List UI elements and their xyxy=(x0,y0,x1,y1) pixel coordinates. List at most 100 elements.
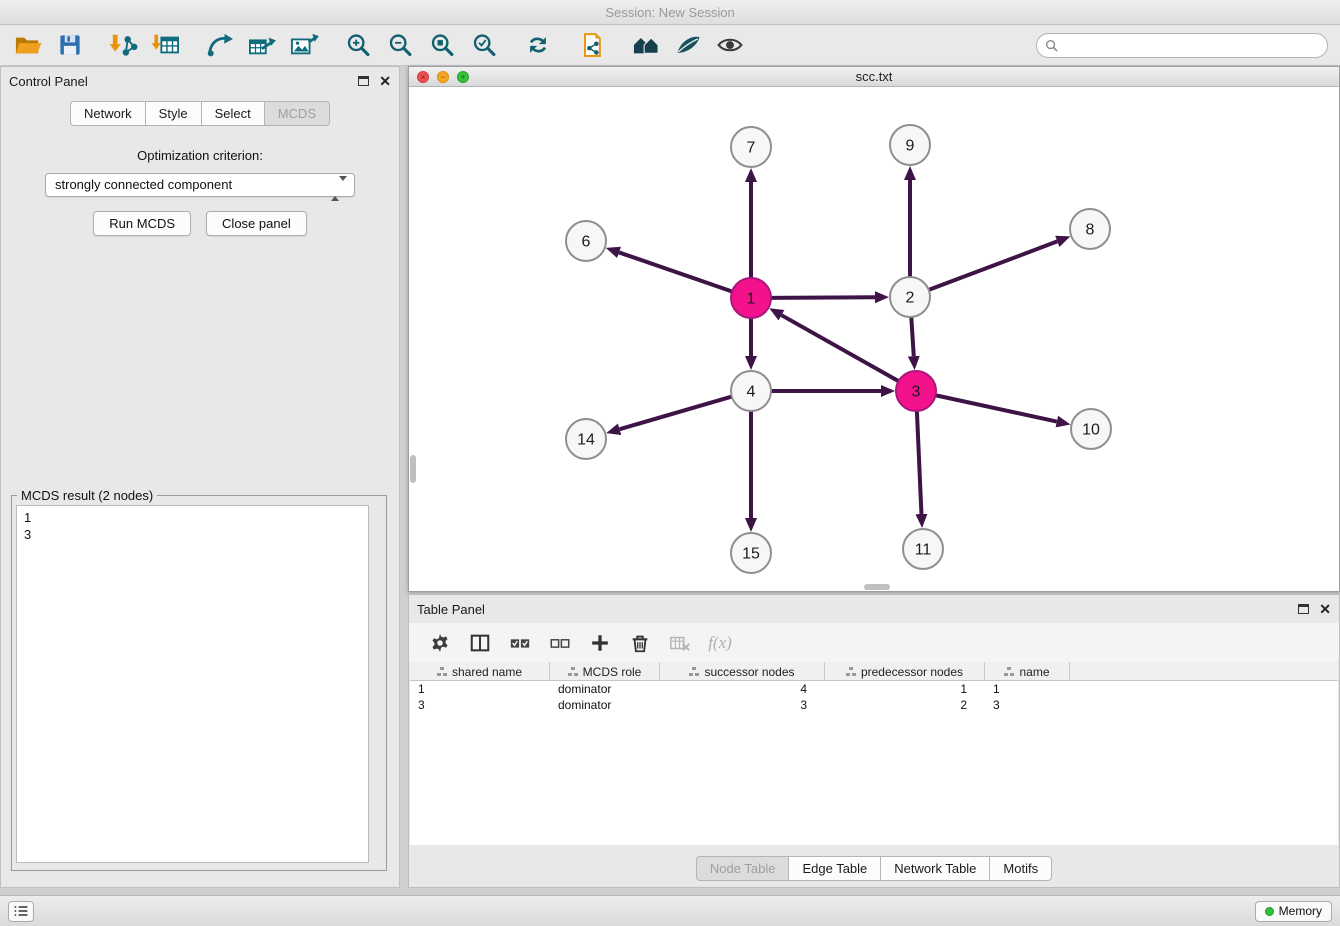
criterion-selected-value: strongly connected component xyxy=(55,177,232,192)
delete-button[interactable] xyxy=(625,628,655,658)
status-bar: Memory xyxy=(0,895,1340,926)
edge-4-14[interactable] xyxy=(620,397,732,430)
svg-text:14: 14 xyxy=(577,432,595,449)
close-panel-icon[interactable]: ✕ xyxy=(379,75,391,87)
delete-table-icon xyxy=(668,632,692,654)
export-network-button[interactable] xyxy=(202,29,238,61)
float-panel-icon[interactable] xyxy=(358,76,369,86)
control-panel-tabs: NetworkStyleSelectMCDS xyxy=(1,101,399,126)
add-icon xyxy=(589,632,611,654)
toggle-columns-button[interactable] xyxy=(465,628,495,658)
delete-table-button[interactable] xyxy=(665,628,695,658)
save-session-button[interactable] xyxy=(52,29,88,61)
svg-text:3: 3 xyxy=(912,384,921,401)
style-brush-button[interactable] xyxy=(670,29,706,61)
node-8[interactable]: 8 xyxy=(1070,209,1110,249)
zoom-fit-button[interactable] xyxy=(424,29,460,61)
node-7[interactable]: 7 xyxy=(731,127,771,167)
tab-mcds[interactable]: MCDS xyxy=(264,101,330,126)
refresh-button[interactable] xyxy=(520,29,556,61)
close-panel-button[interactable]: Close panel xyxy=(206,211,307,236)
table-row[interactable]: 3dominator323 xyxy=(410,697,1338,713)
window-titlebar: Session: New Session xyxy=(0,0,1340,25)
edge-3-10[interactable] xyxy=(936,395,1057,421)
horizontal-scrollbar[interactable] xyxy=(864,584,890,590)
tree-icon xyxy=(437,667,447,676)
edge-1-2[interactable] xyxy=(771,297,875,298)
vertical-scrollbar[interactable] xyxy=(410,455,416,483)
minimize-window-button[interactable]: − xyxy=(437,71,449,83)
import-network-button[interactable] xyxy=(106,29,142,61)
edge-3-1[interactable] xyxy=(781,315,898,381)
import-table-icon xyxy=(151,32,181,58)
column-header-MCDS-role[interactable]: MCDS role xyxy=(550,662,660,681)
function-builder-button[interactable]: f(x) xyxy=(705,628,735,658)
table-cell: 4 xyxy=(660,681,825,697)
close-window-button[interactable]: × xyxy=(417,71,429,83)
tab-style[interactable]: Style xyxy=(145,101,201,126)
import-network-icon xyxy=(109,32,139,58)
open-session-button[interactable] xyxy=(10,29,46,61)
node-4[interactable]: 4 xyxy=(731,371,771,411)
snapshot-button[interactable] xyxy=(574,29,610,61)
mcds-result-group: MCDS result (2 nodes) 13 xyxy=(11,495,387,871)
node-10[interactable]: 10 xyxy=(1071,409,1111,449)
table-header-row: shared name MCDS role successor nodesprede… xyxy=(410,662,1338,681)
node-15[interactable]: 15 xyxy=(731,533,771,573)
network-canvas[interactable]: 7 9 6 8 1 2 4 3 14 10 15 11 xyxy=(409,87,1339,591)
close-table-panel-icon[interactable]: ✕ xyxy=(1319,603,1331,615)
node-2[interactable]: 2 xyxy=(890,277,930,317)
import-table-button[interactable] xyxy=(148,29,184,61)
node-14[interactable]: 14 xyxy=(566,419,606,459)
svg-text:4: 4 xyxy=(747,384,756,401)
edge-1-6[interactable] xyxy=(619,252,732,291)
table-row[interactable]: 1dominator411 xyxy=(410,681,1338,697)
home-button[interactable] xyxy=(628,29,664,61)
zoom-out-button[interactable] xyxy=(382,29,418,61)
export-table-button[interactable] xyxy=(244,29,280,61)
svg-text:2: 2 xyxy=(906,290,915,307)
zoom-in-button[interactable] xyxy=(340,29,376,61)
tab-edge-table[interactable]: Edge Table xyxy=(788,856,880,881)
edge-2-3[interactable] xyxy=(911,317,913,356)
tab-select[interactable]: Select xyxy=(201,101,264,126)
add-column-button[interactable] xyxy=(585,628,615,658)
task-history-button[interactable] xyxy=(8,901,34,922)
tab-node-table[interactable]: Node Table xyxy=(696,856,789,881)
mcds-result-list[interactable]: 13 xyxy=(16,505,369,863)
deselect-all-button[interactable] xyxy=(545,628,575,658)
node-1[interactable]: 1 xyxy=(731,278,771,318)
search-input[interactable] xyxy=(1063,38,1319,53)
column-header-label: MCDS role xyxy=(583,665,642,679)
column-header-name[interactable]: name xyxy=(985,662,1070,681)
tab-network[interactable]: Network xyxy=(70,101,145,126)
edge-2-8[interactable] xyxy=(929,241,1058,290)
zoom-window-button[interactable]: + xyxy=(457,71,469,83)
run-mcds-button[interactable]: Run MCDS xyxy=(93,211,191,236)
edge-3-11[interactable] xyxy=(917,411,922,514)
table-cell: 1 xyxy=(410,681,550,697)
node-6[interactable]: 6 xyxy=(566,221,606,261)
column-header-successor-nodes[interactable]: successor nodes xyxy=(660,662,825,681)
node-9[interactable]: 9 xyxy=(890,125,930,165)
optimization-criterion-select[interactable]: strongly connected component xyxy=(45,173,355,197)
node-3[interactable]: 3 xyxy=(896,371,936,411)
refresh-icon xyxy=(524,32,552,58)
zoom-selected-button[interactable] xyxy=(466,29,502,61)
search-field[interactable] xyxy=(1036,33,1328,58)
column-header-predecessor-nodes[interactable]: predecessor nodes xyxy=(825,662,985,681)
eye-button[interactable] xyxy=(712,29,748,61)
export-image-button[interactable] xyxy=(286,29,322,61)
zoom-selected-icon xyxy=(470,32,498,59)
tab-motifs[interactable]: Motifs xyxy=(989,856,1052,881)
list-icon xyxy=(12,903,30,919)
select-all-button[interactable] xyxy=(505,628,535,658)
tab-network-table[interactable]: Network Table xyxy=(880,856,989,881)
table-settings-button[interactable] xyxy=(425,628,455,658)
save-icon xyxy=(56,32,84,58)
control-panel-header: Control Panel ✕ xyxy=(1,67,399,95)
column-header-shared-name[interactable]: shared name xyxy=(410,662,550,681)
float-table-panel-icon[interactable] xyxy=(1298,604,1309,614)
memory-button[interactable]: Memory xyxy=(1255,901,1332,922)
node-11[interactable]: 11 xyxy=(903,529,943,569)
